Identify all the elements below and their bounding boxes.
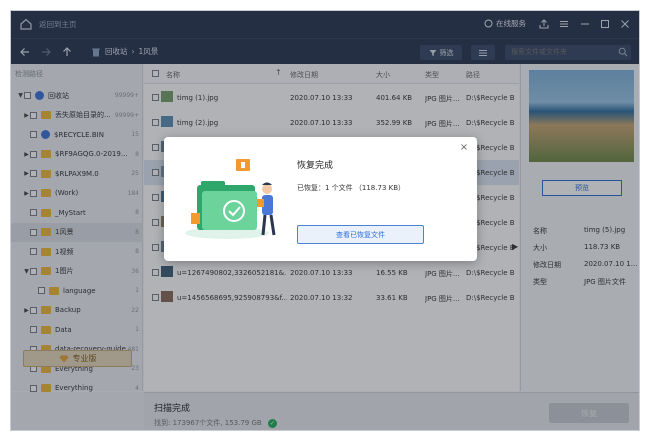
close-dialog-icon[interactable]: ×	[459, 143, 469, 153]
recovery-complete-dialog: × 恢复完成 已恢复：1 个文件 （118.73 KB） 查看已恢复文件	[164, 137, 477, 261]
view-recovered-files-button[interactable]: 查看已恢复文件	[297, 225, 424, 244]
recovery-illustration-icon	[185, 159, 276, 239]
dialog-message: 已恢复：1 个文件 （118.73 KB）	[297, 184, 406, 192]
app-window: 返回到主页 在线服务 回收站 › 1风景 筛选 搜索文件或文件夹 检测路径 ▼ …	[10, 10, 640, 431]
dialog-title: 恢复完成	[297, 161, 334, 171]
